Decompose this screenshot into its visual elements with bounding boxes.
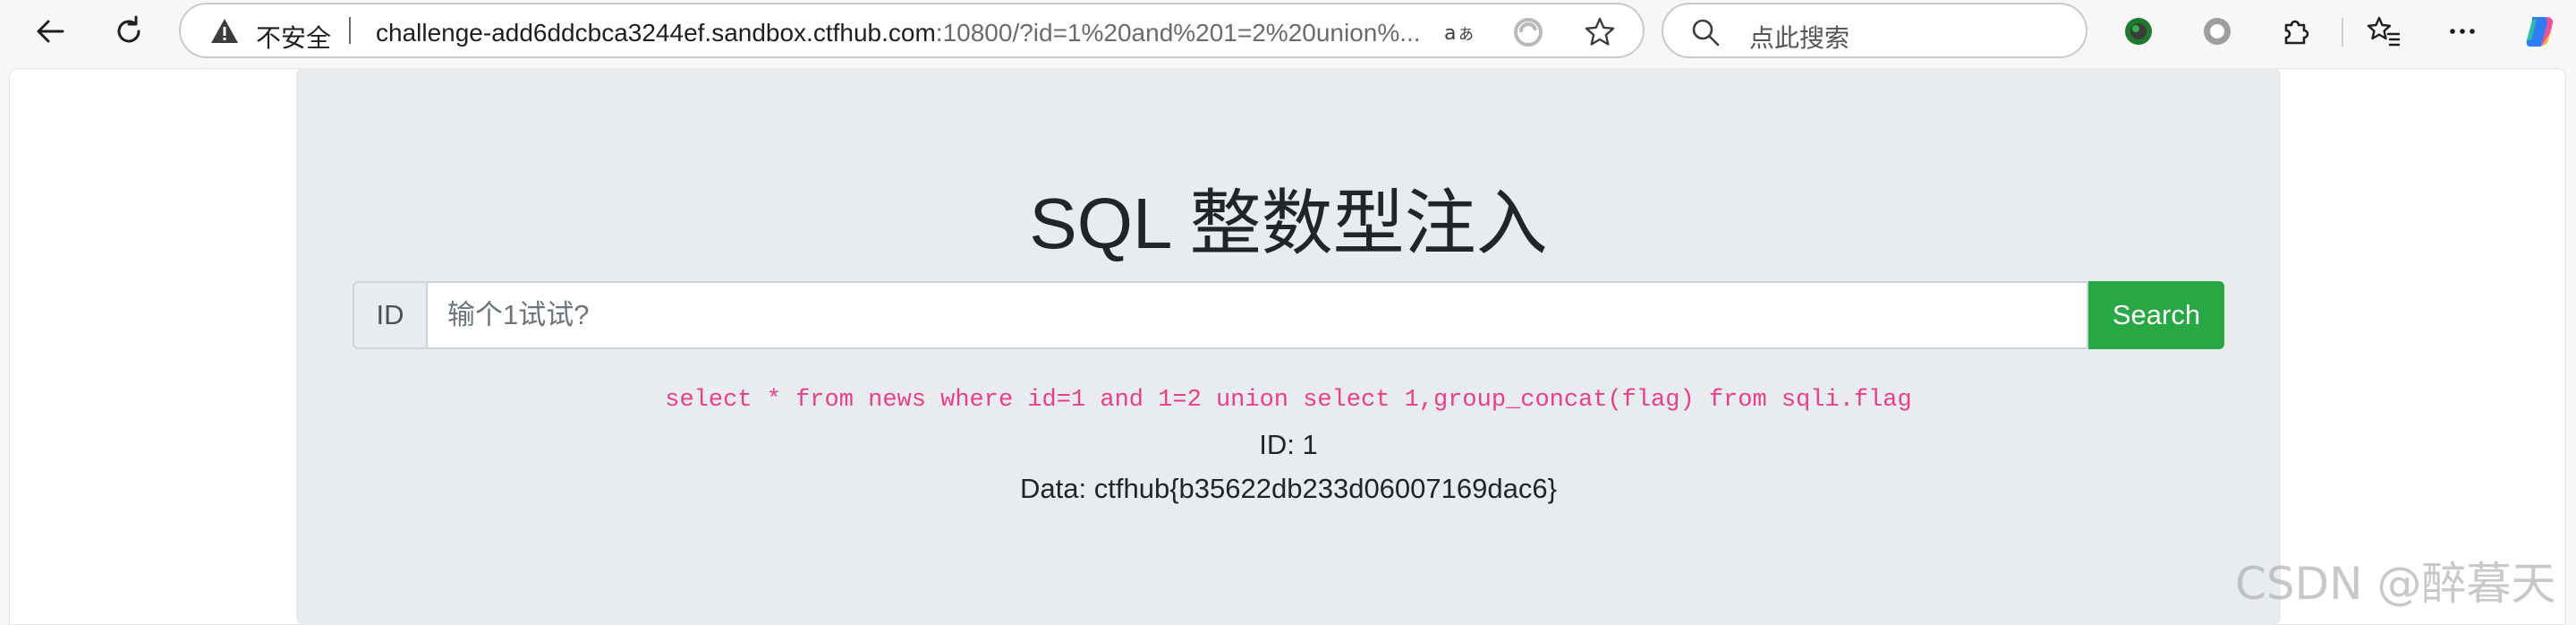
svg-text:a: a [1444, 22, 1456, 45]
edge-sync-icon[interactable] [1512, 16, 1544, 48]
back-button[interactable] [30, 12, 70, 51]
extensions-button[interactable] [2276, 12, 2316, 51]
refresh-icon [117, 15, 140, 43]
circle-extension-button[interactable] [2198, 12, 2237, 51]
result-id: ID: 1 [1259, 429, 1318, 460]
page-title: SQL 整数型注入 [1029, 184, 1548, 263]
csdn-watermark: CSDN @醉暮天 [2235, 558, 2556, 610]
search-placeholder: 点此搜索 [1749, 24, 1850, 52]
sql-query-text: select * from news where id=1 and 1=2 un… [665, 387, 1912, 414]
url-path: :10800/?id=1%20and%201=2%20union%... [935, 19, 1421, 47]
search-form: ID Search [353, 281, 2224, 349]
copilot-icon [2526, 17, 2554, 47]
copilot-button[interactable] [2520, 12, 2559, 51]
toolbar-divider [2342, 18, 2343, 47]
result-data: Data: ctfhub{b35622db233d06007169dac6} [1020, 473, 1557, 504]
circle-extension-icon [2204, 18, 2231, 45]
favorite-star-icon[interactable] [1584, 16, 1616, 48]
warning-icon[interactable] [209, 17, 240, 46]
address-divider [349, 17, 351, 44]
read-aloud-icon[interactable]: a あ [1442, 16, 1476, 48]
svg-text:あ: あ [1458, 26, 1474, 44]
url-host: challenge-add6ddcbca3244ef.sandbox.ctfhu… [376, 19, 936, 47]
search-icon [1692, 19, 1720, 47]
favorites-button[interactable] [2364, 12, 2403, 51]
id-prepend-label: ID [353, 281, 426, 349]
puzzle-extensions-icon [2284, 20, 2309, 45]
more-menu-button[interactable] [2443, 12, 2482, 51]
id-input[interactable] [426, 281, 2088, 349]
address-bar[interactable]: 不安全 challenge-add6ddcbca3244ef.sandbox.c… [179, 3, 1645, 58]
browser-toolbar: 不安全 challenge-add6ddcbca3244ef.sandbox.c… [0, 0, 2576, 63]
profile-extension-icon [2125, 18, 2152, 45]
browser-search-box[interactable]: 点此搜索 [1662, 3, 2087, 58]
favorites-list-icon [2367, 16, 2401, 47]
more-menu-icon [2450, 29, 2475, 34]
url-text[interactable]: challenge-add6ddcbca3244ef.sandbox.ctfhu… [376, 19, 1421, 47]
back-icon [37, 20, 64, 43]
profile-extension-button[interactable] [2119, 12, 2158, 51]
refresh-button[interactable] [109, 12, 149, 51]
search-button[interactable]: Search [2088, 281, 2224, 349]
security-status-label[interactable]: 不安全 [256, 19, 331, 55]
